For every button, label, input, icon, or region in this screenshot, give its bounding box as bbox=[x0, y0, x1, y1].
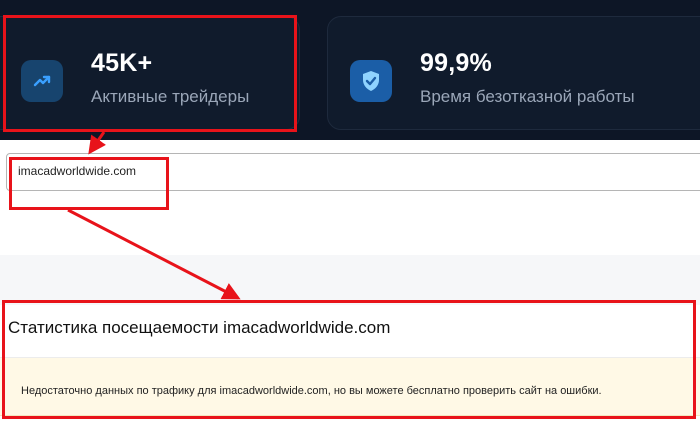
stat-label: Время безотказной работы bbox=[420, 87, 635, 106]
highlight-box-search bbox=[9, 157, 169, 210]
page-background-strip bbox=[0, 255, 700, 305]
shield-check-icon bbox=[350, 60, 392, 102]
stat-card-uptime: 99,9% Время безотказной работы bbox=[327, 16, 700, 130]
stat-value: 99,9% bbox=[420, 49, 492, 77]
highlight-box-traffic bbox=[2, 300, 696, 419]
highlight-box-stats bbox=[3, 15, 297, 132]
